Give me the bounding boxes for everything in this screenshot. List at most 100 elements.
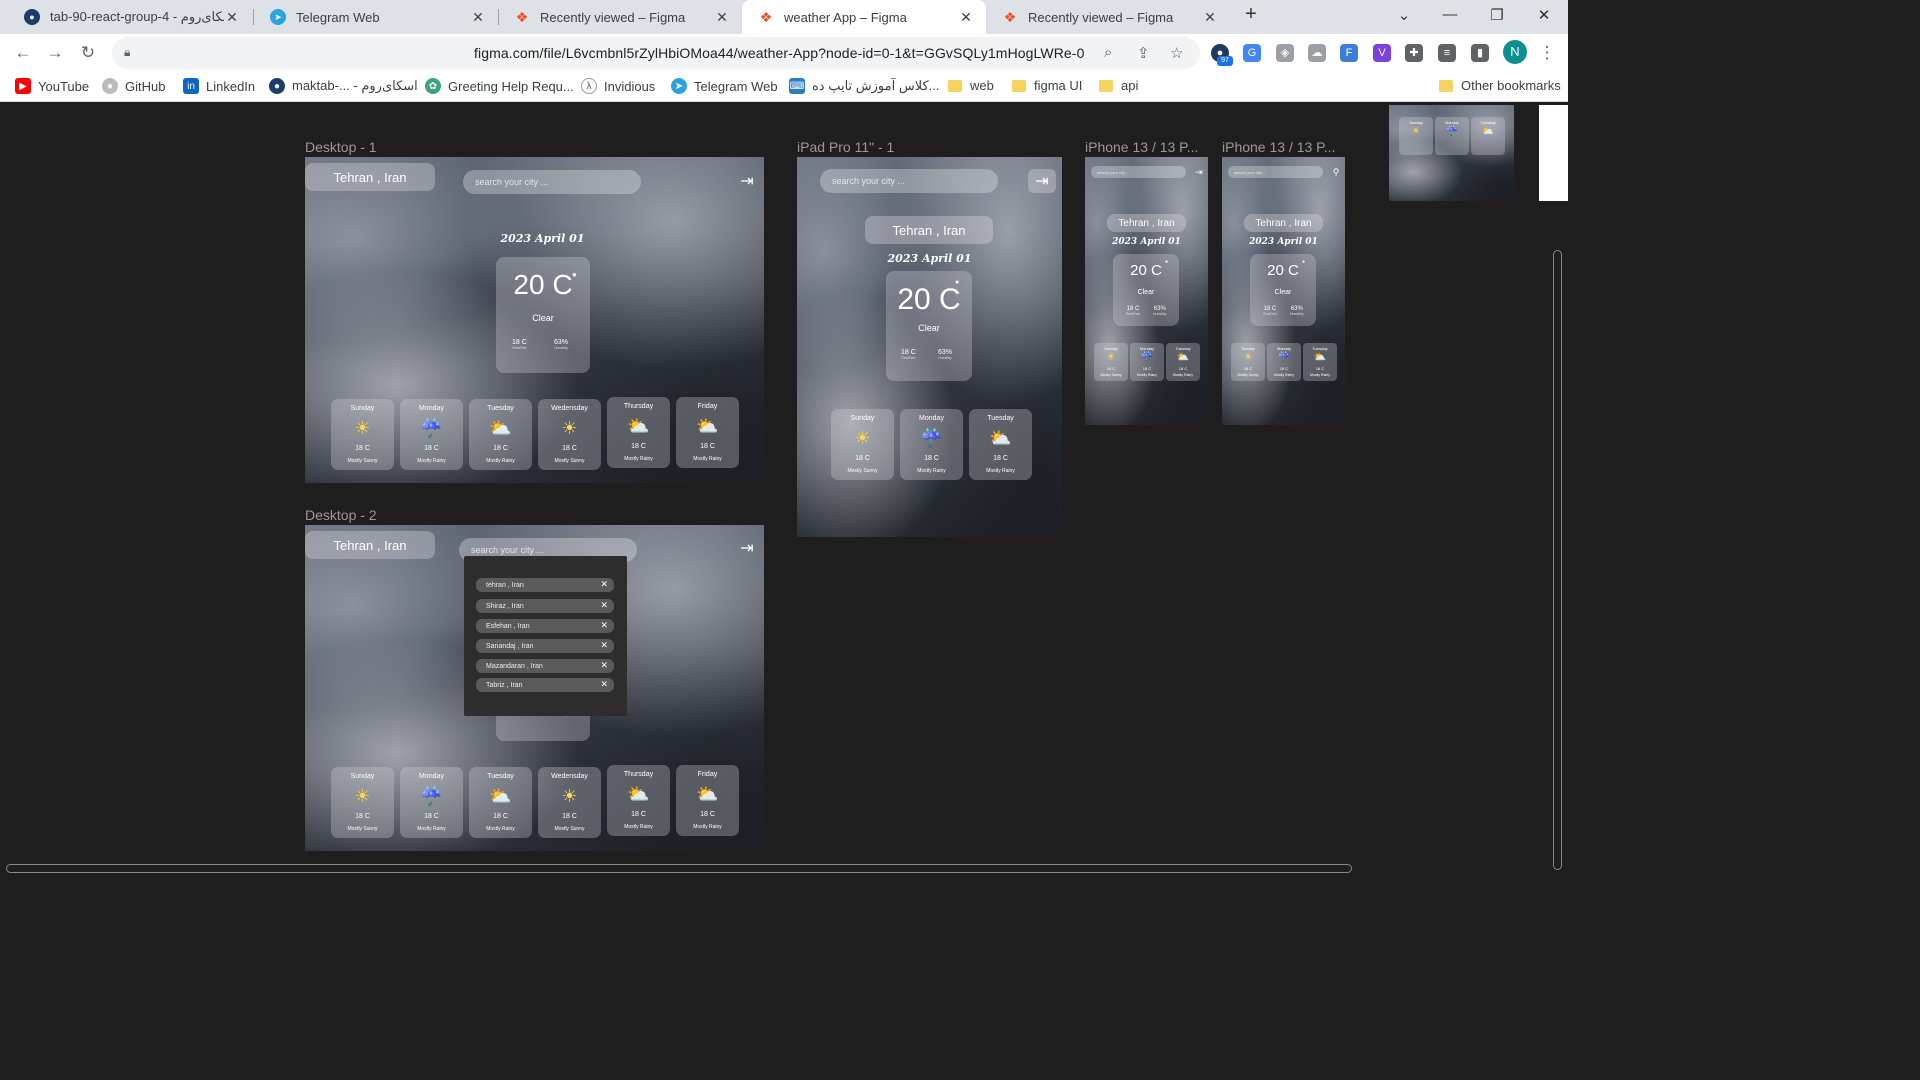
horizontal-scrollbar[interactable] — [6, 864, 1352, 873]
zoom-icon[interactable]: ⌕ — [1104, 44, 1112, 61]
frame-label-desktop2[interactable]: Desktop - 2 — [305, 507, 377, 523]
sun-icon: ☀ — [1243, 352, 1253, 363]
tab-search-chevron-icon[interactable]: ⌄ — [1392, 6, 1416, 24]
remove-result-icon[interactable]: ✕ — [600, 579, 608, 590]
bookmark-figma-ui[interactable]: figma UI — [1012, 78, 1082, 93]
back-button[interactable]: ← — [12, 42, 34, 64]
other-bookmarks[interactable]: Other bookmarks — [1439, 78, 1561, 93]
bookmark-linkedin[interactable]: in LinkedIn — [183, 78, 255, 94]
v-extension-icon[interactable]: V — [1373, 44, 1391, 62]
forecast-summary: Mostly Sunny — [554, 458, 585, 464]
forward-button[interactable]: → — [44, 42, 66, 64]
minimize-button[interactable]: — — [1438, 6, 1462, 23]
frame-desktop1[interactable]: Tehran , Iran search your city ... ⇥ 202… — [305, 157, 764, 483]
frame-label-iphone2[interactable]: iPhone 13 / 13 P... — [1222, 139, 1335, 155]
frame-ipad[interactable]: search your city ... ⇥ Tehran , Iran 202… — [797, 157, 1062, 537]
media-list-icon[interactable]: ≡ — [1438, 44, 1456, 62]
close-tab-icon[interactable]: ✕ — [1202, 9, 1218, 26]
profile-avatar[interactable]: N — [1503, 40, 1527, 64]
bookmark-web[interactable]: web — [948, 78, 994, 93]
logout-icon[interactable]: ⇥ — [1193, 166, 1205, 178]
search-result-item[interactable]: Sanandaj , Iran ✕ — [476, 639, 614, 653]
sun-cloud-icon: ⛅ — [989, 428, 1012, 448]
sidepanel-icon[interactable]: ▮ — [1471, 44, 1489, 62]
search-result-item[interactable]: Esfehan , Iran ✕ — [476, 619, 614, 633]
offscreen-white-frame[interactable] — [1539, 105, 1568, 201]
remove-result-icon[interactable]: ✕ — [600, 600, 608, 611]
bookmark-youtube[interactable]: ▶ YouTube — [15, 78, 89, 94]
bookmark-greeting[interactable]: ✿ Greeting Help Requ... — [425, 78, 574, 94]
bookmark-api[interactable]: api — [1099, 78, 1138, 93]
rain-cloud-icon: ☔ — [920, 428, 943, 448]
browser-tab[interactable]: ❖ Recently viewed – Figma ✕ — [986, 0, 1230, 34]
search-input[interactable]: search your city ... — [463, 170, 641, 194]
vertical-scrollbar[interactable] — [1553, 250, 1562, 870]
restore-button[interactable]: ❐ — [1485, 6, 1509, 24]
sun-icon: ☀ — [561, 418, 578, 438]
url-text[interactable]: figma.com/file/L6vcmbnl5rZylHbiOMoa44/we… — [474, 45, 1084, 61]
sun-icon: ☀ — [854, 428, 871, 448]
frame-iphone2[interactable]: search your city ... ⚲ Tehran , Iran 202… — [1222, 157, 1345, 425]
search-result-item[interactable]: Shiraz , Iran ✕ — [476, 599, 614, 613]
forecast-summary: Mostly Rainy — [1309, 373, 1331, 377]
bookmark-invidious[interactable]: λ Invidious — [581, 78, 655, 94]
address-bar[interactable]: 🔒︎ figma.com/file/L6vcmbnl5rZylHbiOMoa44… — [112, 37, 1200, 69]
lock-icon[interactable]: 🔒︎ — [124, 45, 130, 60]
new-tab-button[interactable]: + — [1239, 3, 1263, 26]
frame-label-ipad[interactable]: iPad Pro 11" - 1 — [797, 139, 894, 155]
reload-button[interactable]: ↻ — [77, 42, 99, 64]
search-result-item[interactable]: Mazandaran , Iran ✕ — [476, 659, 614, 673]
cloud-extension-icon[interactable]: ☁ — [1308, 44, 1326, 62]
bookmark-maktab[interactable]: ● maktab-... - اسکای‌روم — [269, 78, 418, 94]
search-user-icon[interactable]: ⚲ — [1330, 166, 1342, 178]
forecast-day: Tuesday — [987, 415, 1014, 422]
browser-tab[interactable]: ➤ Telegram Web ✕ — [254, 0, 498, 34]
bookmark-star-icon[interactable]: ☆ — [1170, 44, 1183, 62]
browser-tab[interactable]: ● tab-90-react-group-4 - اسکای‌روم ✕ — [8, 0, 252, 34]
forecast-temp: 18 C — [1279, 366, 1289, 371]
remove-result-icon[interactable]: ✕ — [600, 679, 608, 690]
humidity-caption: Humidity — [1290, 312, 1304, 316]
telegram-icon: ➤ — [671, 78, 687, 94]
bookmark-github[interactable]: ● GitHub — [102, 78, 165, 94]
bookmark-telegram[interactable]: ➤ Telegram Web — [671, 78, 778, 94]
remove-result-icon[interactable]: ✕ — [600, 620, 608, 631]
share-icon[interactable]: ⇪ — [1137, 44, 1150, 62]
logout-icon[interactable]: ⇥ — [735, 538, 759, 558]
puzzle-extensions-icon[interactable]: ✚ — [1405, 44, 1423, 62]
remove-result-icon[interactable]: ✕ — [600, 640, 608, 651]
frame-desktop2[interactable]: Tehran , Iran search your city ... ⇥ Rea… — [305, 525, 764, 851]
bookmark-label: api — [1121, 78, 1139, 93]
bookmark-typing[interactable]: ⌨ کلاس آموزش تایپ ده... — [789, 78, 940, 94]
frame-label-desktop1[interactable]: Desktop - 1 — [305, 139, 377, 155]
fi-extension-icon[interactable]: F — [1340, 44, 1358, 62]
logout-icon[interactable]: ⇥ — [735, 171, 759, 191]
logout-icon[interactable]: ⇥ — [1028, 169, 1056, 193]
frame-partial-offscreen[interactable]: Sunday ☀ Monday ☔ Tuesday ⛅ — [1389, 105, 1514, 201]
search-input[interactable]: search your city ... — [820, 169, 998, 193]
close-tab-icon[interactable]: ✕ — [958, 9, 974, 26]
forecast-summary: Mostly Rainy — [1273, 373, 1295, 377]
search-result-item[interactable]: Tabriz , Iran ✕ — [476, 678, 614, 692]
search-input[interactable]: search your city ... — [1091, 166, 1186, 178]
browser-tab-active[interactable]: ❖ weather App – Figma ✕ — [742, 0, 986, 34]
translate-extension-icon[interactable]: G — [1243, 44, 1261, 62]
frame-iphone1[interactable]: search your city ... ⇥ Tehran , Iran 202… — [1085, 157, 1208, 425]
forecast-summary: Mostly Rainy — [1136, 373, 1158, 377]
close-tab-icon[interactable]: ✕ — [224, 9, 240, 26]
forecast-day: Monday — [919, 415, 944, 422]
figma-favicon-icon: ❖ — [759, 8, 773, 25]
menu-kebab-icon[interactable]: ⋮ — [1536, 42, 1558, 64]
sun-cloud-icon: ⛅ — [1313, 352, 1327, 363]
shield-extension-icon[interactable]: ◈ — [1276, 44, 1294, 62]
forecast-summary: Mostly Sunny — [347, 458, 378, 464]
search-result-item[interactable]: tehran , Iran ✕ — [476, 578, 614, 592]
frame-label-iphone1[interactable]: iPhone 13 / 13 P... — [1085, 139, 1198, 155]
close-window-button[interactable]: ✕ — [1532, 6, 1556, 24]
search-input[interactable]: search your city ... — [1228, 166, 1323, 178]
close-tab-icon[interactable]: ✕ — [470, 9, 486, 26]
remove-result-icon[interactable]: ✕ — [600, 660, 608, 671]
forecast-card: Tuesday ⛅ 18 C Mostly Rainy — [969, 409, 1032, 480]
close-tab-icon[interactable]: ✕ — [714, 9, 730, 26]
browser-tab[interactable]: ❖ Recently viewed – Figma ✕ — [498, 0, 742, 34]
